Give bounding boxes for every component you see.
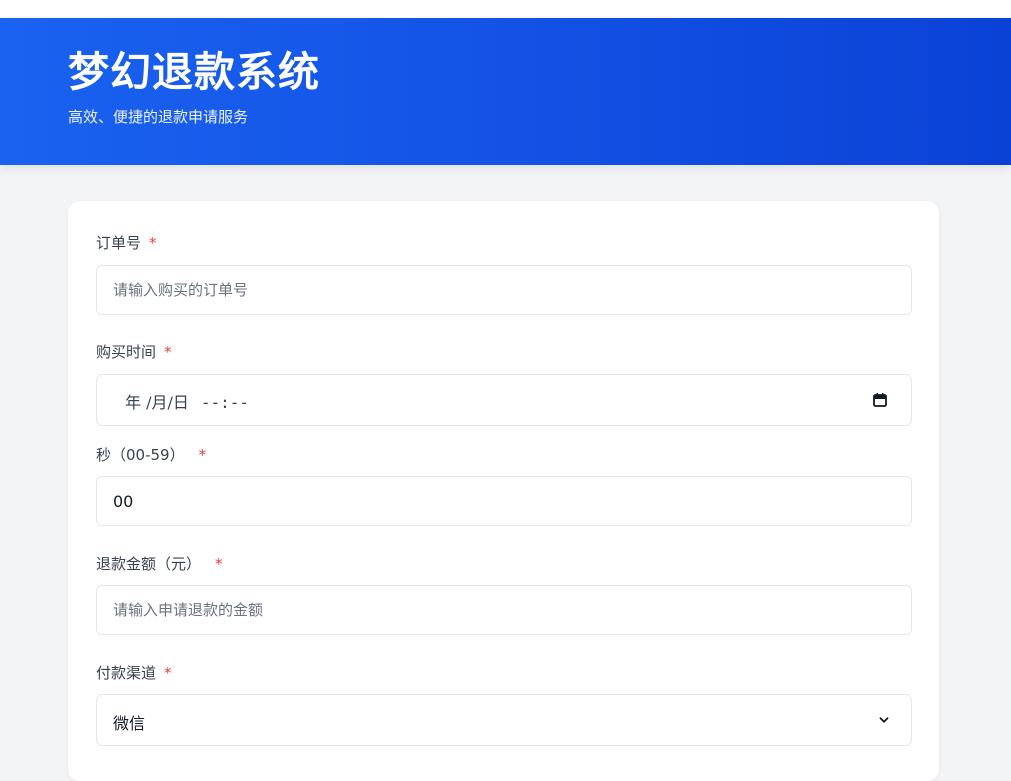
seconds-input[interactable] (96, 476, 912, 526)
payment-channel-select[interactable]: 微信 (96, 694, 912, 746)
calendar-icon[interactable] (873, 393, 887, 407)
seconds-label-text: 秒（00-59） (96, 446, 185, 464)
required-mark: * (198, 446, 207, 464)
seconds-label: 秒（00-59） * (96, 444, 206, 465)
required-mark: * (149, 234, 157, 252)
required-mark: * (164, 664, 172, 682)
payment-channel-selected: 微信 (113, 714, 146, 733)
page-subtitle: 高效、便捷的退款申请服务 (68, 108, 249, 126)
payment-channel-label-text: 付款渠道 (96, 664, 157, 682)
refund-amount-input[interactable] (96, 585, 912, 635)
purchase-time-label-text: 购买时间 (96, 343, 157, 361)
page-header: 梦幻退款系统 高效、便捷的退款申请服务 (0, 18, 1011, 165)
datetime-placeholder: 年 /月/日 --:-- (125, 389, 249, 413)
order-number-label: 订单号 * (96, 232, 157, 253)
refund-amount-label-text: 退款金额（元） (96, 555, 202, 573)
required-mark: * (164, 343, 172, 361)
time-placeholder: --:-- (200, 393, 250, 412)
top-strip (0, 0, 1011, 18)
purchase-time-input[interactable]: 年 /月/日 --:-- (96, 374, 912, 426)
order-number-label-text: 订单号 (96, 234, 142, 252)
payment-channel-label: 付款渠道 * (96, 662, 172, 683)
chevron-down-icon (879, 717, 889, 723)
order-number-input[interactable] (96, 265, 912, 315)
purchase-time-label: 购买时间 * (96, 341, 172, 362)
date-placeholder: 年 /月/日 (125, 393, 189, 412)
refund-amount-label: 退款金额（元） * (96, 553, 223, 574)
page-title: 梦幻退款系统 (68, 48, 320, 96)
required-mark: * (215, 555, 223, 573)
